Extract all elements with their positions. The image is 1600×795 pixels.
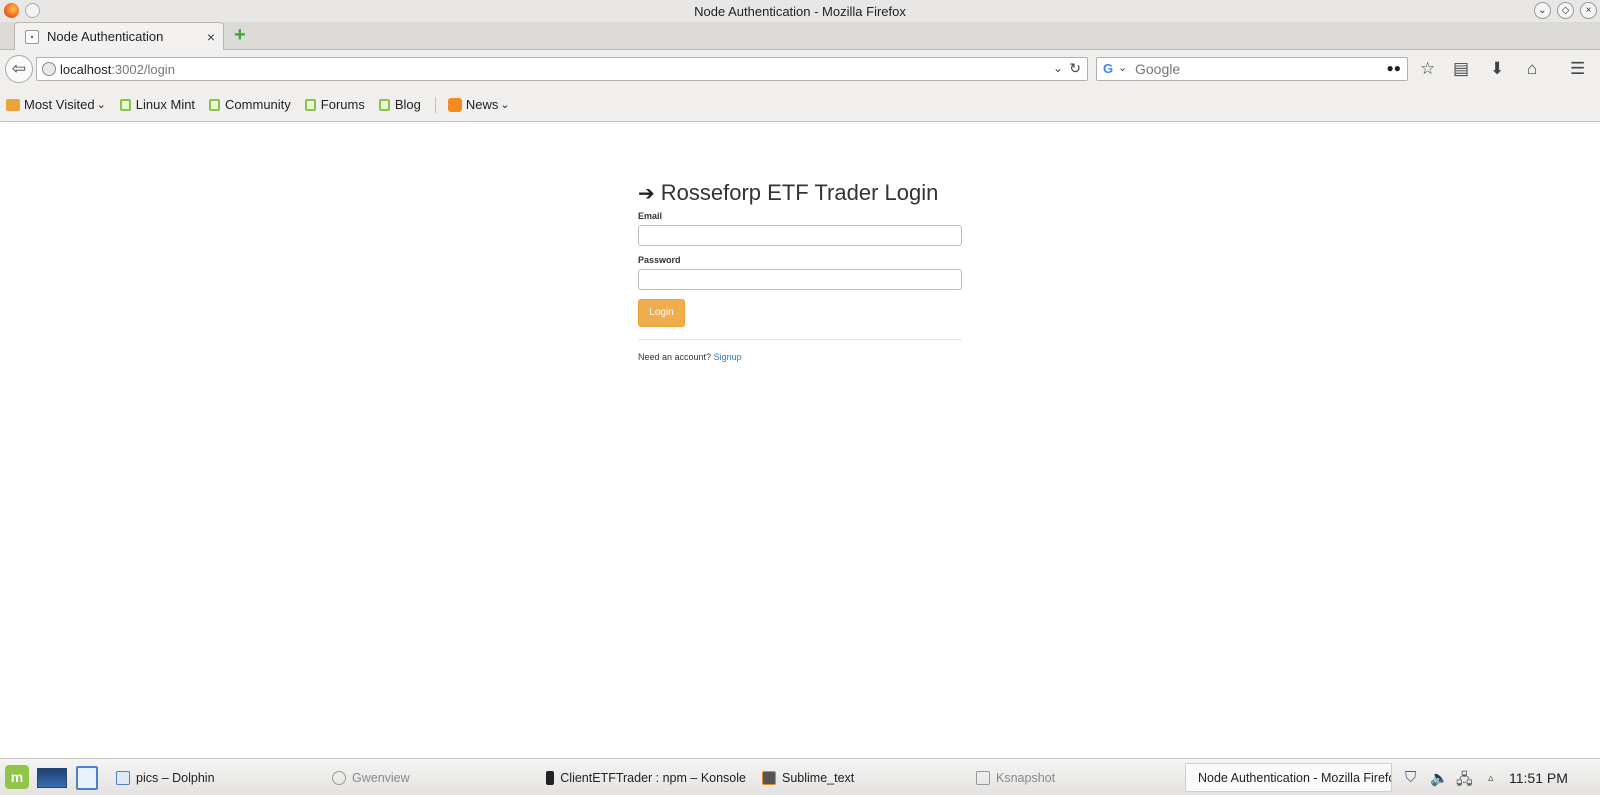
taskbar: m pics – Dolphin Gwenview ClientETFTrade… (0, 758, 1600, 795)
bookmark-label: News (465, 97, 499, 112)
task-konsole[interactable]: ClientETFTrader : npm – Konsole (546, 759, 746, 795)
sublime-icon (762, 770, 776, 785)
window-titlebar: Node Authentication - Mozilla Firefox ⌄ … (0, 0, 1600, 22)
bookmark-label: Linux Mint (135, 97, 196, 112)
mint-icon (209, 98, 221, 111)
mint-icon (378, 98, 390, 111)
tab-title: Node Authentication (47, 29, 164, 44)
url-host: localhost (60, 61, 112, 77)
bookmark-linux-mint[interactable]: Linux Mint (119, 97, 196, 112)
terminal-icon (546, 770, 555, 785)
window-title: Node Authentication - Mozilla Firefox (694, 3, 906, 19)
show-desktop-icon[interactable] (37, 768, 67, 788)
task-firefox[interactable]: Node Authentication - Mozilla Firefox (1185, 763, 1392, 792)
screen: Node Authentication - Mozilla Firefox ⌄ … (0, 0, 1600, 795)
bookmark-star-icon[interactable]: ☆ (1420, 59, 1435, 79)
task-label: pics – Dolphin (136, 770, 215, 785)
reload-icon[interactable]: ↻ (1069, 60, 1081, 77)
bookmark-label: Community (225, 97, 291, 112)
bookmark-most-visited[interactable]: Most Visited ⌄ (6, 97, 106, 112)
gwenview-icon (332, 770, 346, 785)
close-window-button[interactable]: × (1580, 2, 1597, 19)
mint-icon (304, 98, 316, 111)
url-bar[interactable]: localhost:3002/login ⌄ ↻ (36, 57, 1088, 81)
navigation-bar: ⇦ localhost:3002/login ⌄ ↻ G ⌄ Google ●●… (0, 50, 1600, 88)
search-input[interactable]: Google (1135, 61, 1180, 77)
bookmark-label: Forums (320, 97, 365, 112)
search-engine-dropdown-icon[interactable]: ⌄ (1118, 61, 1127, 74)
minimize-button[interactable]: ⌄ (1534, 2, 1551, 19)
login-button[interactable]: Login (638, 299, 685, 327)
login-title: Rosseforp ETF Trader Login (660, 180, 939, 205)
bookmark-forums[interactable]: Forums (304, 97, 365, 112)
task-label: Gwenview (352, 770, 410, 785)
url-path: :3002/login (111, 61, 175, 77)
tab-node-authentication[interactable]: Node Authentication × (14, 22, 224, 50)
network-icon[interactable]: 🖧 (1456, 769, 1473, 794)
rss-icon (447, 97, 462, 112)
page-icon (25, 29, 39, 44)
google-icon[interactable]: G (1103, 61, 1113, 76)
password-field[interactable] (638, 269, 962, 290)
url-dropdown-icon[interactable]: ⌄ (1053, 61, 1063, 75)
task-label: Sublime_text (782, 770, 855, 785)
bookmarks-toolbar: Most Visited ⌄ Linux Mint Community Foru… (0, 88, 1600, 122)
chevron-down-icon: ⌄ (500, 99, 510, 111)
task-label: Node Authentication - Mozilla Firefox (1198, 770, 1392, 785)
page-content: ➔ Rosseforp ETF Trader Login Email Passw… (0, 122, 1600, 758)
email-field[interactable] (638, 225, 962, 246)
mint-icon (119, 98, 131, 111)
home-icon[interactable]: ⌂ (1527, 59, 1537, 79)
tab-close-icon[interactable]: × (207, 29, 215, 45)
firefox-logo-icon (4, 3, 19, 18)
bookmark-label: Most Visited (24, 97, 95, 112)
page-title: ➔ Rosseforp ETF Trader Login (638, 179, 962, 207)
ksnapshot-icon (976, 770, 990, 785)
signup-line: Need an account? Signup (638, 352, 962, 362)
window-menu-button[interactable] (25, 3, 40, 18)
menu-icon[interactable]: ☰ (1570, 59, 1585, 79)
new-tab-button[interactable]: + (234, 25, 246, 45)
task-label: ClientETFTrader : npm – Konsole (560, 770, 746, 785)
task-dolphin[interactable]: pics – Dolphin (116, 759, 316, 795)
bookmark-news[interactable]: News ⌄ (447, 97, 510, 112)
bookmark-community[interactable]: Community (209, 97, 291, 112)
downloads-icon[interactable]: ⬇ (1490, 59, 1504, 79)
signup-link[interactable]: Signup (714, 352, 742, 362)
tab-bar: Node Authentication × + (0, 22, 1600, 50)
dolphin-icon (116, 770, 130, 785)
search-bar[interactable]: G ⌄ Google ●● (1096, 57, 1408, 81)
shield-icon[interactable]: ⛉ (1405, 769, 1416, 786)
start-menu-button[interactable]: m (5, 765, 29, 789)
login-form: ➔ Rosseforp ETF Trader Login Email Passw… (638, 179, 962, 362)
password-label: Password (638, 255, 681, 265)
chevron-down-icon: ⌄ (96, 99, 106, 111)
divider (638, 339, 962, 340)
signup-prompt: Need an account? (638, 352, 712, 362)
maximize-button[interactable]: ◇ (1557, 2, 1574, 19)
bookmark-label: Blog (394, 97, 421, 112)
tray-expand-icon[interactable]: ▵ (1488, 771, 1494, 784)
email-label: Email (638, 211, 663, 221)
bookmarks-separator (434, 96, 436, 113)
globe-icon (42, 62, 56, 76)
sign-in-icon: ➔ (638, 182, 655, 205)
task-ksnapshot[interactable]: Ksnapshot (976, 759, 1176, 795)
file-manager-icon[interactable] (76, 766, 98, 790)
clock: 11:51 PM (1509, 770, 1568, 786)
bookmark-blog[interactable]: Blog (378, 97, 421, 112)
reading-list-icon[interactable]: ▤ (1453, 59, 1469, 79)
task-gwenview[interactable]: Gwenview (332, 759, 532, 795)
binoculars-icon[interactable]: ●● (1387, 61, 1402, 75)
task-sublime[interactable]: Sublime_text (762, 759, 962, 795)
folder-icon (6, 98, 20, 111)
volume-icon[interactable]: 🔈 (1430, 769, 1449, 787)
task-label: Ksnapshot (996, 770, 1056, 785)
back-button[interactable]: ⇦ (5, 55, 33, 83)
